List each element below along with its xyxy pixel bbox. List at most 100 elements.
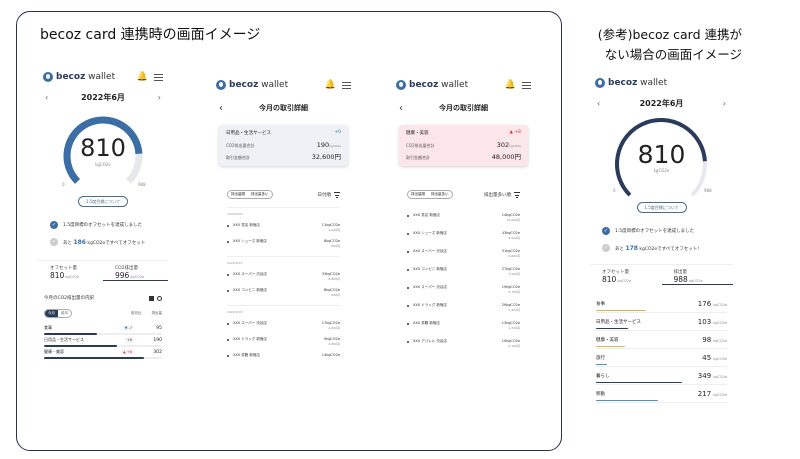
transaction-list: XXX 書店 新宿店 14kgCO2e 15,000円 XXX シューズ 新宿店 43k… <box>391 213 536 348</box>
menu-icon[interactable] <box>342 81 351 89</box>
transaction-item[interactable]: XXX スーパー 渋谷店 19kgCO2e 6,700円 <box>407 285 520 294</box>
transaction-yen: 1,700円 <box>508 326 520 330</box>
transaction-co2: 31kgCO2e <box>501 249 520 253</box>
transaction-yen: 6,100円 <box>508 344 520 348</box>
transaction-co2: 8kgCO2e <box>323 288 340 292</box>
category-row[interactable]: 食事 176 kgCO2e <box>596 295 727 313</box>
category-bar <box>596 381 687 383</box>
period-toggle[interactable]: 今月 前月 <box>44 309 72 318</box>
category-number: 45 <box>702 353 712 362</box>
menu-icon[interactable] <box>522 81 531 89</box>
ref-title-line1: (参考)becoz card 連携が <box>597 27 742 42</box>
bullet-icon <box>227 339 229 341</box>
menu-icon[interactable] <box>154 73 163 81</box>
sort-dropdown[interactable]: 排出量多い順 <box>484 192 520 198</box>
transaction-yen: 2,000円 <box>328 228 340 232</box>
transaction-item[interactable]: XXX コンビニ 新宿店 27kgCO2e 7,500円 <box>407 267 520 276</box>
transaction-values: 19kgCO2e 6,700円 <box>502 285 520 294</box>
category-row[interactable]: 日用品・生活サービス +0 190 <box>44 335 162 345</box>
emission-stat[interactable]: 排出量 988kgCO2e <box>661 269 733 285</box>
transaction-info: XXX ドラッグ 新宿店 <box>233 337 267 342</box>
merchant-name: XXX アパレル 渋谷店 <box>413 339 447 343</box>
category-row[interactable]: 日用品・生活サービス 103 kgCO2e <box>596 313 727 331</box>
remaining-row: ✓ あと 186 kgCO2eですべてオフセット <box>50 238 146 246</box>
month-label: 2022年6月 <box>81 92 125 102</box>
target-info-button[interactable]: 1.5度目標について <box>78 196 128 207</box>
gauge-max: 988 <box>704 188 712 193</box>
transaction-item[interactable]: XXX スーパー 渋谷店 31kgCO2e 6,600円 <box>407 249 520 258</box>
transaction-info: XXX シューズ 新宿店 <box>413 231 447 236</box>
transaction-item[interactable]: XXX 書籍 新宿店 13kgCO2e 1,700円 <box>407 321 520 330</box>
transaction-item[interactable]: XXX シューズ 新宿店 43kgCO2e 8,500円 <box>407 231 520 240</box>
transaction-item[interactable]: XXX シューズ 新宿店 8kgCO2e 800円 <box>227 239 340 248</box>
chevron-right-icon[interactable]: › <box>158 93 161 102</box>
category-row[interactable]: 旅行 45 kgCO2e <box>596 349 727 367</box>
category-bar <box>596 309 687 311</box>
transaction-item[interactable]: XXX ドラッグ 新宿店 29kgCO2e 4,300円 <box>407 303 520 312</box>
category-name: 日用品・生活サービス <box>44 337 84 342</box>
chart-icon[interactable] <box>149 295 154 301</box>
gauge-max: 988 <box>138 182 146 187</box>
detail-title-row: ‹ 今月の取引詳細 <box>391 96 536 120</box>
app-logo-text: becoz wallet <box>608 78 668 88</box>
category-value: 98 kgCO2e <box>702 336 727 344</box>
transaction-co2: 8kgCO2e <box>323 239 340 243</box>
offset-stat[interactable]: オフセット量 810kgCO2e <box>38 265 103 281</box>
transaction-item[interactable]: XXX 書店 新宿店 11kgCO2e 2,000円 <box>227 223 340 232</box>
category-row[interactable]: 暮らし 349 kgCO2e <box>596 367 727 385</box>
transaction-co2: 29kgCO2e <box>501 303 520 307</box>
transaction-yen: 800円 <box>331 244 340 248</box>
category-name: 旅行 <box>596 355 605 361</box>
category-row[interactable]: 移動 217 kgCO2e <box>596 385 727 403</box>
emission-toggle[interactable]: 排出量順 排出量多い <box>227 190 273 199</box>
transaction-item[interactable]: XXX ドラッグ 新宿店 9kgCO2e 2,800円 <box>227 337 340 346</box>
becoz-logo-icon <box>396 80 406 90</box>
emission-stat[interactable]: CO2排出量 996kgCO2e <box>103 265 168 281</box>
transaction-values: 29kgCO2e 4,300円 <box>502 303 520 312</box>
clock-icon[interactable] <box>157 295 162 301</box>
offset-gauge: 810 kgCO2e 0 988 <box>590 112 733 198</box>
bell-icon[interactable]: 🔔 <box>505 80 516 90</box>
transaction-yen: 2,800円 <box>328 342 340 346</box>
transaction-item[interactable]: XXX 書店 新宿店 14kgCO2e 15,000円 <box>407 213 520 222</box>
sort-dropdown[interactable]: 日付順 <box>318 192 340 198</box>
category-name: 健康・美容 <box>44 349 64 354</box>
transaction-item[interactable]: XXX スーパー 渋谷店 33kgCO2e 8,800円 <box>227 272 340 281</box>
category-name: 健康・美容 <box>596 337 619 343</box>
gauge-value: 810 <box>80 134 126 162</box>
emission-toggle[interactable]: 排出量順 排出量多い <box>407 190 453 199</box>
ref-title-line2: ない場合の画面イメージ <box>604 47 742 62</box>
bullet-icon <box>407 215 409 217</box>
transaction-values: 17kgCO2e 4,900円 <box>322 321 340 330</box>
app-logo-text: becoz wallet <box>229 80 289 90</box>
category-row[interactable]: 健康・美容 ▲ +8 302 <box>44 347 162 357</box>
sort-icon <box>514 192 520 198</box>
category-list: 食事 ▼ -7 95 日用品・生活サービス +0 190 健康・美容 ▲ +8 302 <box>38 323 168 359</box>
chevron-left-icon[interactable]: ‹ <box>45 93 48 102</box>
category-row[interactable]: 健康・美容 98 kgCO2e <box>596 331 727 349</box>
transaction-item[interactable]: XXX コンビニ 新宿店 8kgCO2e 500円 <box>227 288 340 297</box>
category-bar-fill <box>44 333 98 335</box>
transaction-info: XXX スーパー 渋谷店 <box>413 285 447 290</box>
bullet-icon <box>407 251 409 253</box>
bell-icon[interactable]: 🔔 <box>325 80 336 90</box>
chevron-right-icon[interactable]: › <box>723 99 726 108</box>
category-bar <box>44 333 162 335</box>
transaction-item[interactable]: XXX アパレル 渋谷店 10kgCO2e 6,100円 <box>407 339 520 348</box>
target-info-button[interactable]: 1.5度目標について <box>636 202 687 213</box>
app-logo-text: becoz wallet <box>409 80 469 90</box>
bell-icon[interactable]: 🔔 <box>137 72 148 82</box>
offset-stat[interactable]: オフセット量 810kgCO2e <box>590 269 662 285</box>
transaction-info: XXX スーパー 渋谷店 <box>233 321 267 326</box>
transaction-item[interactable]: XXX スーパー 渋谷店 17kgCO2e 4,900円 <box>227 321 340 330</box>
category-number: 98 <box>702 335 712 344</box>
chevron-left-icon[interactable]: ‹ <box>597 99 600 108</box>
transaction-yen: 8,500円 <box>508 236 520 240</box>
transaction-item[interactable]: XXX 書籍 新宿店 14kgCO2e <box>227 353 340 358</box>
category-value: 45 kgCO2e <box>702 354 727 362</box>
back-chevron-icon[interactable]: ‹ <box>399 103 403 114</box>
category-bar-fill <box>44 345 118 347</box>
category-row[interactable]: 食事 ▼ -7 95 <box>44 323 162 333</box>
back-chevron-icon[interactable]: ‹ <box>219 103 223 114</box>
transaction-info: XXX アパレル 渋谷店 <box>413 339 447 344</box>
